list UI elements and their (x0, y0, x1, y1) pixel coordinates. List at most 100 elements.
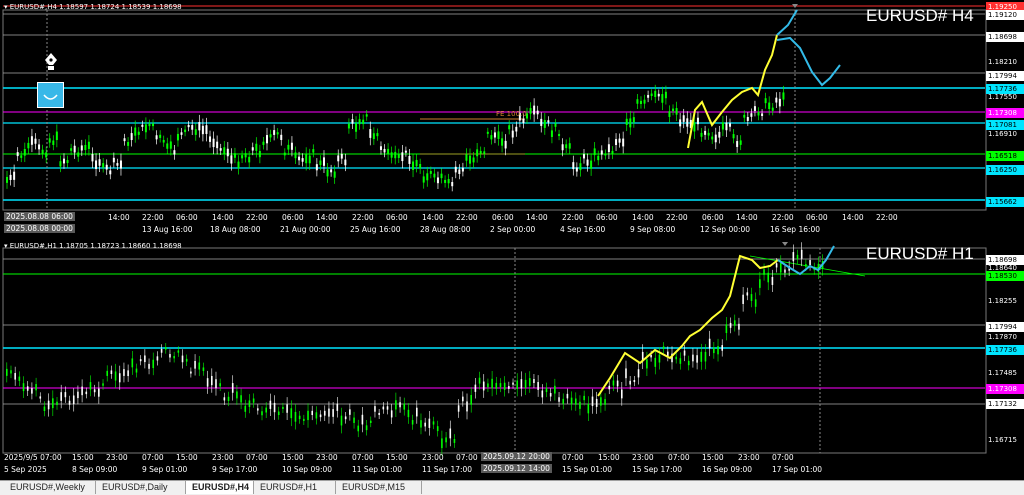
h4-candle (429, 171, 432, 174)
h4-candle (123, 138, 126, 142)
h1-candle (767, 272, 770, 283)
h4-date-label: 9 Sep 08:00 (630, 225, 676, 234)
h1-candle (135, 368, 138, 373)
h4-candle (77, 152, 80, 157)
h4-time-label: 06:00 (702, 213, 724, 222)
h1-candle (633, 380, 636, 383)
h1-candle (809, 260, 811, 266)
h4-candle (568, 143, 571, 149)
h4-candle (394, 151, 397, 159)
h1-candle (336, 403, 339, 411)
h4-candle (198, 122, 201, 131)
h4-candle (764, 98, 767, 104)
h4-candle (73, 145, 76, 153)
h1-date-label: 8 Sep 09:00 (72, 465, 118, 474)
h1-candle (629, 380, 631, 385)
h1-candle (118, 373, 121, 383)
h4-candle (490, 135, 493, 140)
h1-candle (72, 395, 75, 405)
h4-candle (251, 147, 254, 151)
h4-candle (654, 90, 657, 98)
chart-frame (2, 9, 987, 211)
tab-eurusdweekly[interactable]: EURUSD#,Weekly (4, 481, 96, 494)
h4-time-label: 14:00 (108, 213, 130, 222)
h4-candle (48, 138, 51, 143)
h1-candle (369, 420, 372, 423)
h4-candle (458, 169, 461, 174)
h4-candle (369, 129, 372, 138)
h1-candle (545, 387, 548, 393)
h4-candle (479, 150, 482, 154)
h4-time-highlight: 2025.08.08 00:00 (4, 224, 75, 233)
h1-date-label: 15 Sep 17:00 (632, 465, 683, 474)
h1-title-text: EURUSD#,H1 1.18705 1.18723 1.18660 1.186… (9, 242, 182, 250)
h1-candle (432, 421, 435, 425)
h1-candle (457, 405, 460, 412)
h1-chart-panel[interactable]: ▾ EURUSD#,H1 1.18705 1.18723 1.18660 1.1… (0, 238, 1024, 479)
h1-candle (315, 412, 318, 419)
h1-candle (31, 388, 33, 394)
tab-eurusdh1[interactable]: EURUSD#,H1 (254, 481, 336, 494)
h1-date-label: 11 Sep 17:00 (422, 465, 473, 474)
h1-date-label: 10 Sep 09:00 (282, 465, 333, 474)
h1-candle (524, 379, 527, 388)
tab-eurusdm15[interactable]: EURUSD#,M15 (336, 481, 422, 494)
h1-candle (35, 384, 37, 391)
h1-date-label: 5 Sep 2025 (4, 465, 47, 474)
h4-candle (201, 125, 204, 135)
tab-eurusdh4[interactable]: EURUSD#,H4 (186, 481, 254, 494)
h4-candle (536, 110, 539, 115)
h1-candle (407, 409, 410, 418)
h4-chart-canvas[interactable] (0, 0, 1024, 236)
h4-candle (704, 130, 707, 135)
h4-candle (639, 100, 642, 105)
h4-candle (330, 169, 333, 173)
h1-time-label: 07:00 (142, 453, 164, 462)
h1-candle (679, 358, 682, 364)
h4-candle (451, 182, 454, 187)
h1-candle (503, 382, 506, 390)
h4-candle (465, 154, 468, 161)
h4-candle (504, 140, 507, 149)
h4-candle (643, 99, 646, 104)
pen-icon[interactable] (42, 52, 60, 72)
h1-time-label: 23:00 (738, 453, 760, 462)
h4-candle (483, 151, 486, 154)
h1-candle (139, 359, 142, 362)
h4-candle (743, 114, 746, 118)
h1-candle (491, 378, 493, 389)
tab-eurusddaily[interactable]: EURUSD#,Daily (96, 481, 186, 494)
h4-time-label: 22:00 (456, 213, 478, 222)
h1-candle (579, 401, 581, 409)
h1-chart-canvas[interactable] (0, 238, 1024, 479)
h4-candle (778, 98, 781, 107)
h1-candle (123, 369, 125, 376)
h4-candle (184, 129, 187, 133)
h4-candle (632, 117, 635, 123)
smile-icon[interactable] (37, 82, 64, 108)
h4-candle (266, 135, 268, 144)
chart-menu-icon[interactable]: ▾ (4, 242, 8, 250)
h4-candle (379, 146, 382, 150)
h4-candle (45, 152, 48, 158)
h1-candle (190, 371, 192, 374)
h1-candle (650, 354, 652, 358)
h4-candle (775, 97, 778, 103)
h4-candle (119, 160, 122, 169)
h4-chart-panel[interactable]: ▾ EURUSD#,H4 1.18597 1.18724 1.18539 1.1… (0, 0, 1024, 236)
h4-symbol-title: ▾ EURUSD#,H4 1.18597 1.18724 1.18539 1.1… (4, 3, 182, 11)
h4-candle (533, 105, 536, 115)
h1-candle (374, 406, 376, 412)
h1-candle (328, 408, 330, 417)
h4-candle (565, 144, 568, 149)
h4-time-label: 14:00 (736, 213, 758, 222)
h1-time-label: 15:00 (282, 453, 304, 462)
h1-candle (646, 359, 648, 369)
h1-candle (378, 412, 380, 415)
h1-shift-marker (782, 242, 788, 246)
h4-candle (615, 139, 618, 145)
chart-menu-icon[interactable]: ▾ (4, 3, 8, 11)
h4-candle (607, 144, 610, 153)
h1-candle (282, 406, 284, 409)
h1-candle (637, 369, 640, 378)
